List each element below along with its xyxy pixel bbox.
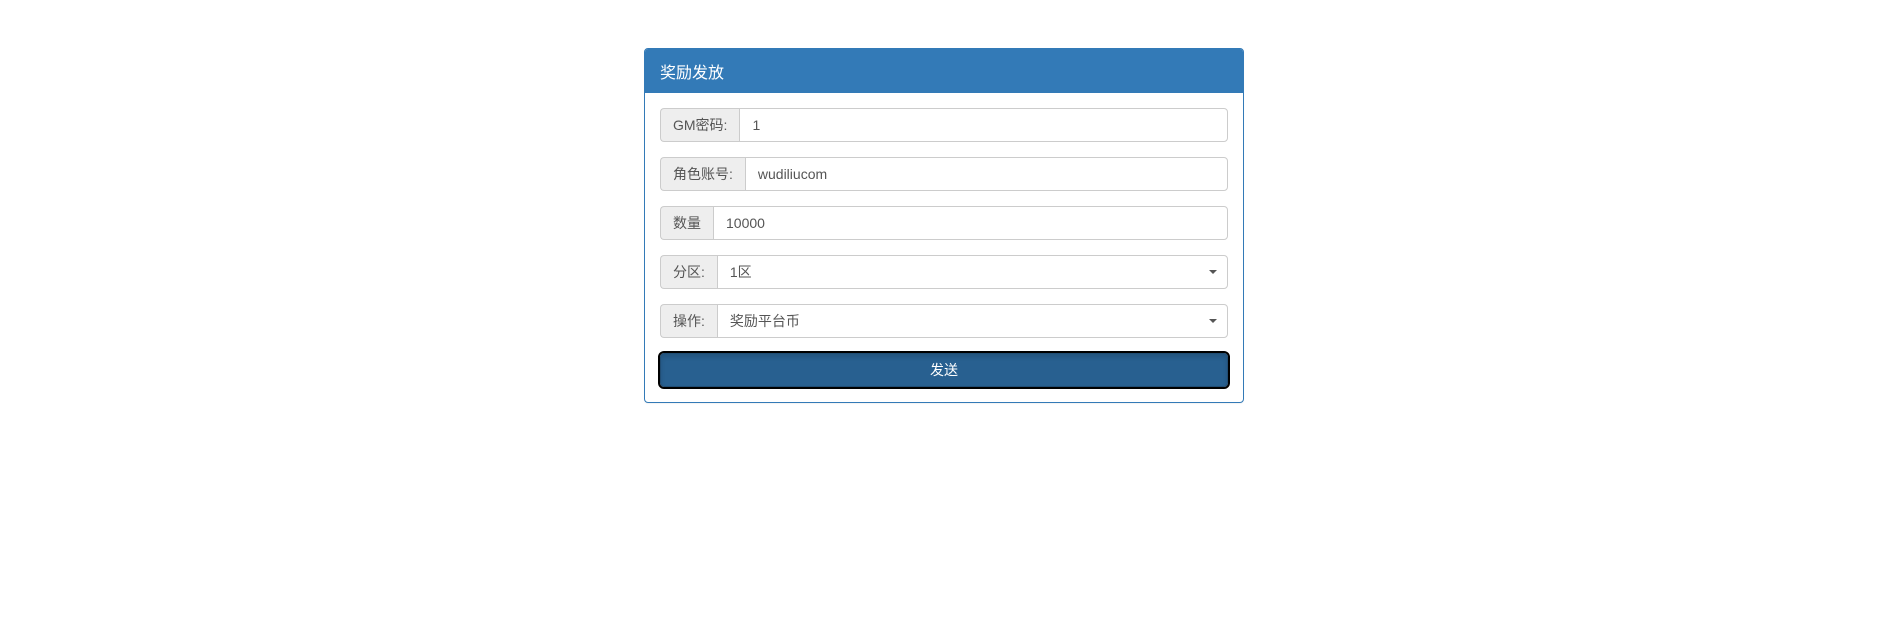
operation-select[interactable]: 奖励平台币 bbox=[717, 304, 1228, 338]
amount-label: 数量 bbox=[660, 206, 713, 240]
gm-password-input[interactable] bbox=[739, 108, 1228, 142]
operation-group: 操作: 奖励平台币 bbox=[660, 304, 1228, 338]
panel-title: 奖励发放 bbox=[645, 49, 1243, 93]
amount-input[interactable] bbox=[713, 206, 1228, 240]
submit-button[interactable]: 发送 bbox=[660, 353, 1228, 387]
zone-group: 分区: 1区 bbox=[660, 255, 1228, 289]
panel-body: GM密码: 角色账号: 数量 分区: 1区 操作: 奖励平台币 bbox=[645, 93, 1243, 402]
amount-group: 数量 bbox=[660, 206, 1228, 240]
gm-password-group: GM密码: bbox=[660, 108, 1228, 142]
reward-panel: 奖励发放 GM密码: 角色账号: 数量 分区: 1区 操作: bbox=[644, 48, 1244, 403]
account-label: 角色账号: bbox=[660, 157, 745, 191]
account-group: 角色账号: bbox=[660, 157, 1228, 191]
zone-label: 分区: bbox=[660, 255, 717, 289]
zone-select[interactable]: 1区 bbox=[717, 255, 1228, 289]
operation-label: 操作: bbox=[660, 304, 717, 338]
gm-password-label: GM密码: bbox=[660, 108, 739, 142]
account-input[interactable] bbox=[745, 157, 1228, 191]
